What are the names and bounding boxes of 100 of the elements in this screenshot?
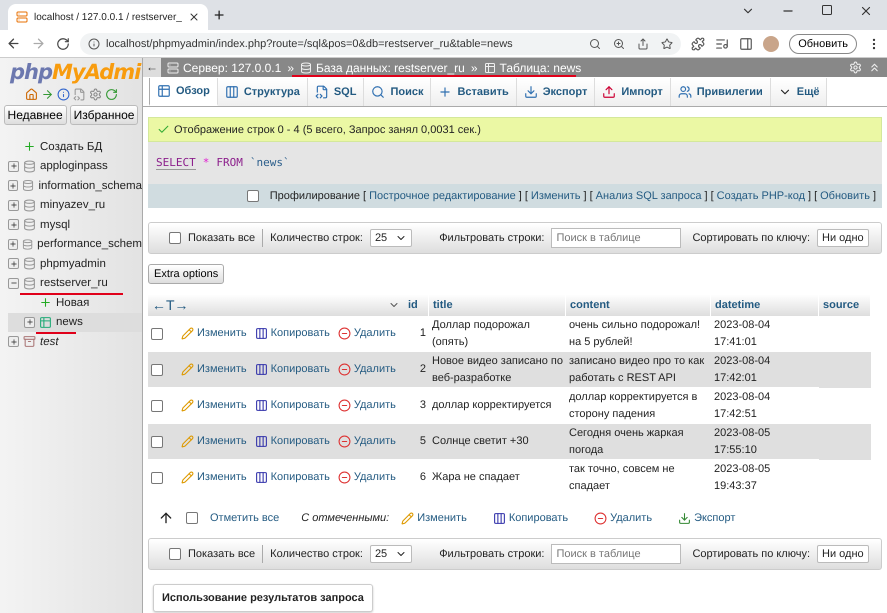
share-icon [637, 38, 650, 50]
bulk-action-link[interactable]: Экспорт [678, 512, 736, 524]
expand-icon[interactable] [8, 258, 19, 270]
bracket: ] [704, 190, 708, 202]
tab[interactable]: Структура [218, 78, 308, 106]
checkbox[interactable] [151, 328, 163, 340]
tab[interactable]: SQL [308, 78, 364, 106]
tab[interactable]: Поиск [364, 78, 432, 106]
avatar[interactable] [763, 36, 780, 52]
browser-tab[interactable]: localhost / 127.0.0.1 / restserver_ [8, 4, 208, 30]
checkbox[interactable] [151, 364, 163, 376]
checkbox[interactable] [186, 512, 198, 524]
row-action-link[interactable]: Удалить [338, 397, 396, 414]
column-header[interactable]: title [429, 294, 566, 316]
update-button[interactable]: Обновить [789, 34, 857, 54]
tree-item[interactable]: information_schema [8, 176, 142, 196]
expand-icon[interactable] [8, 180, 18, 192]
tab[interactable]: Обзор [149, 78, 218, 106]
checkbox[interactable] [151, 436, 163, 448]
side-panel-icon [739, 36, 754, 50]
checkbox[interactable] [169, 232, 181, 244]
search-field[interactable]: Поиск в таблице [551, 228, 682, 248]
tab[interactable]: Вставить [431, 78, 517, 106]
tree-item[interactable]: Создать БД [8, 137, 142, 156]
expand-icon[interactable] [8, 200, 19, 211]
filter-label: Фильтровать строки: [439, 232, 544, 244]
query-link[interactable]: Анализ SQL запроса [596, 190, 702, 202]
row-action-link[interactable]: Копировать [254, 469, 330, 486]
tree-item[interactable]: restserver_ru [8, 274, 142, 293]
tree-item[interactable]: performance_schem [8, 234, 142, 254]
collapse-up-icon [868, 61, 881, 74]
row-action-link[interactable]: Копировать [254, 361, 330, 378]
column-header[interactable]: id [404, 294, 429, 316]
tree-item[interactable]: phpmyadmin [8, 254, 142, 274]
checkbox[interactable] [169, 548, 181, 560]
sort-select[interactable]: Ни одно [817, 229, 869, 247]
breadcrumb-link[interactable]: Таблица: news [500, 60, 582, 74]
bulk-action-link[interactable]: Копировать [492, 512, 568, 524]
column-header[interactable]: content [566, 294, 711, 316]
row-action-link[interactable]: Изменить [181, 469, 247, 486]
archive-icon [23, 335, 36, 348]
pencil-icon [181, 327, 194, 340]
rows-select[interactable]: 25 [370, 545, 412, 563]
expand-icon[interactable] [8, 160, 19, 172]
bulk-action-link[interactable]: Изменить [401, 512, 467, 524]
query-link[interactable]: Обновить [820, 190, 870, 202]
row-action-link[interactable]: Удалить [338, 325, 396, 342]
row-action-link[interactable]: Удалить [338, 433, 396, 450]
collapse-icon[interactable] [8, 278, 19, 289]
row-action-link[interactable]: Копировать [254, 325, 330, 342]
checkbox[interactable] [151, 400, 163, 412]
tree-item[interactable]: minyazev_ru [8, 196, 142, 215]
expand-icon[interactable] [8, 238, 18, 250]
add-database-icon [23, 140, 36, 154]
tree-item[interactable]: Новая [8, 293, 142, 312]
row-action-link[interactable]: Изменить [181, 361, 247, 378]
column-header[interactable]: source [819, 294, 871, 316]
query-link[interactable]: Изменить [530, 190, 581, 202]
breadcrumb-link[interactable]: База данных: restserver_ru [316, 60, 465, 74]
address-bar[interactable]: localhost/phpmyadmin/index.php?route=/sql&pos=0&db=restserver_ru&table=news [80, 32, 682, 54]
expand-icon[interactable] [8, 336, 19, 348]
delete-icon [338, 327, 351, 340]
query-link[interactable]: Построчное редактирование [369, 190, 516, 202]
tree-item[interactable]: news [8, 312, 142, 332]
sidebar-button[interactable]: Недавнее [4, 105, 67, 125]
row-action-link[interactable]: Удалить [338, 469, 396, 486]
rows-select[interactable]: 25 [370, 229, 412, 247]
query-link[interactable]: Создать PHP-код [716, 190, 805, 202]
logo[interactable]: phpMyAdmi [0, 60, 140, 84]
tree-item[interactable]: test [8, 332, 142, 352]
tree-item[interactable]: apploginpass [8, 156, 142, 176]
check-all-link[interactable]: Отметить все [210, 512, 280, 524]
column-resize-handle[interactable]: ←T→ [152, 297, 189, 313]
column-header[interactable]: datetime [711, 294, 819, 316]
new-tab-button[interactable]: + [214, 4, 224, 26]
breadcrumb-link[interactable]: Сервер: 127.0.0.1 [183, 60, 282, 74]
row-action-link[interactable]: Изменить [181, 325, 247, 342]
expand-icon[interactable] [24, 316, 35, 328]
row-action-link[interactable]: Копировать [254, 433, 330, 450]
checkbox[interactable] [151, 472, 163, 484]
bulk-action-link[interactable]: Удалить [594, 512, 652, 524]
show-all-label: Показать все [188, 548, 256, 560]
extra-options-button[interactable]: Extra options [148, 264, 224, 284]
row-action-link[interactable]: Удалить [338, 361, 396, 378]
tab[interactable]: Ещё [770, 78, 828, 106]
row-action-link[interactable]: Копировать [254, 397, 330, 414]
tab[interactable]: Привилегии [670, 78, 771, 106]
checkbox[interactable] [246, 190, 259, 202]
sidebar-button[interactable]: Избранное [70, 105, 138, 125]
tab[interactable]: Экспорт [516, 78, 596, 106]
tree-item[interactable]: mysql [8, 215, 142, 234]
database-icon [23, 276, 36, 290]
search-field[interactable]: Поиск в таблице [551, 544, 682, 564]
expand-icon[interactable] [8, 219, 19, 230]
bracket: ] [584, 190, 587, 202]
tab[interactable]: Импорт [595, 78, 671, 106]
sort-select[interactable]: Ни одно [817, 545, 869, 563]
back-icon [6, 36, 21, 51]
row-action-link[interactable]: Изменить [181, 397, 247, 414]
row-action-link[interactable]: Изменить [181, 433, 247, 450]
